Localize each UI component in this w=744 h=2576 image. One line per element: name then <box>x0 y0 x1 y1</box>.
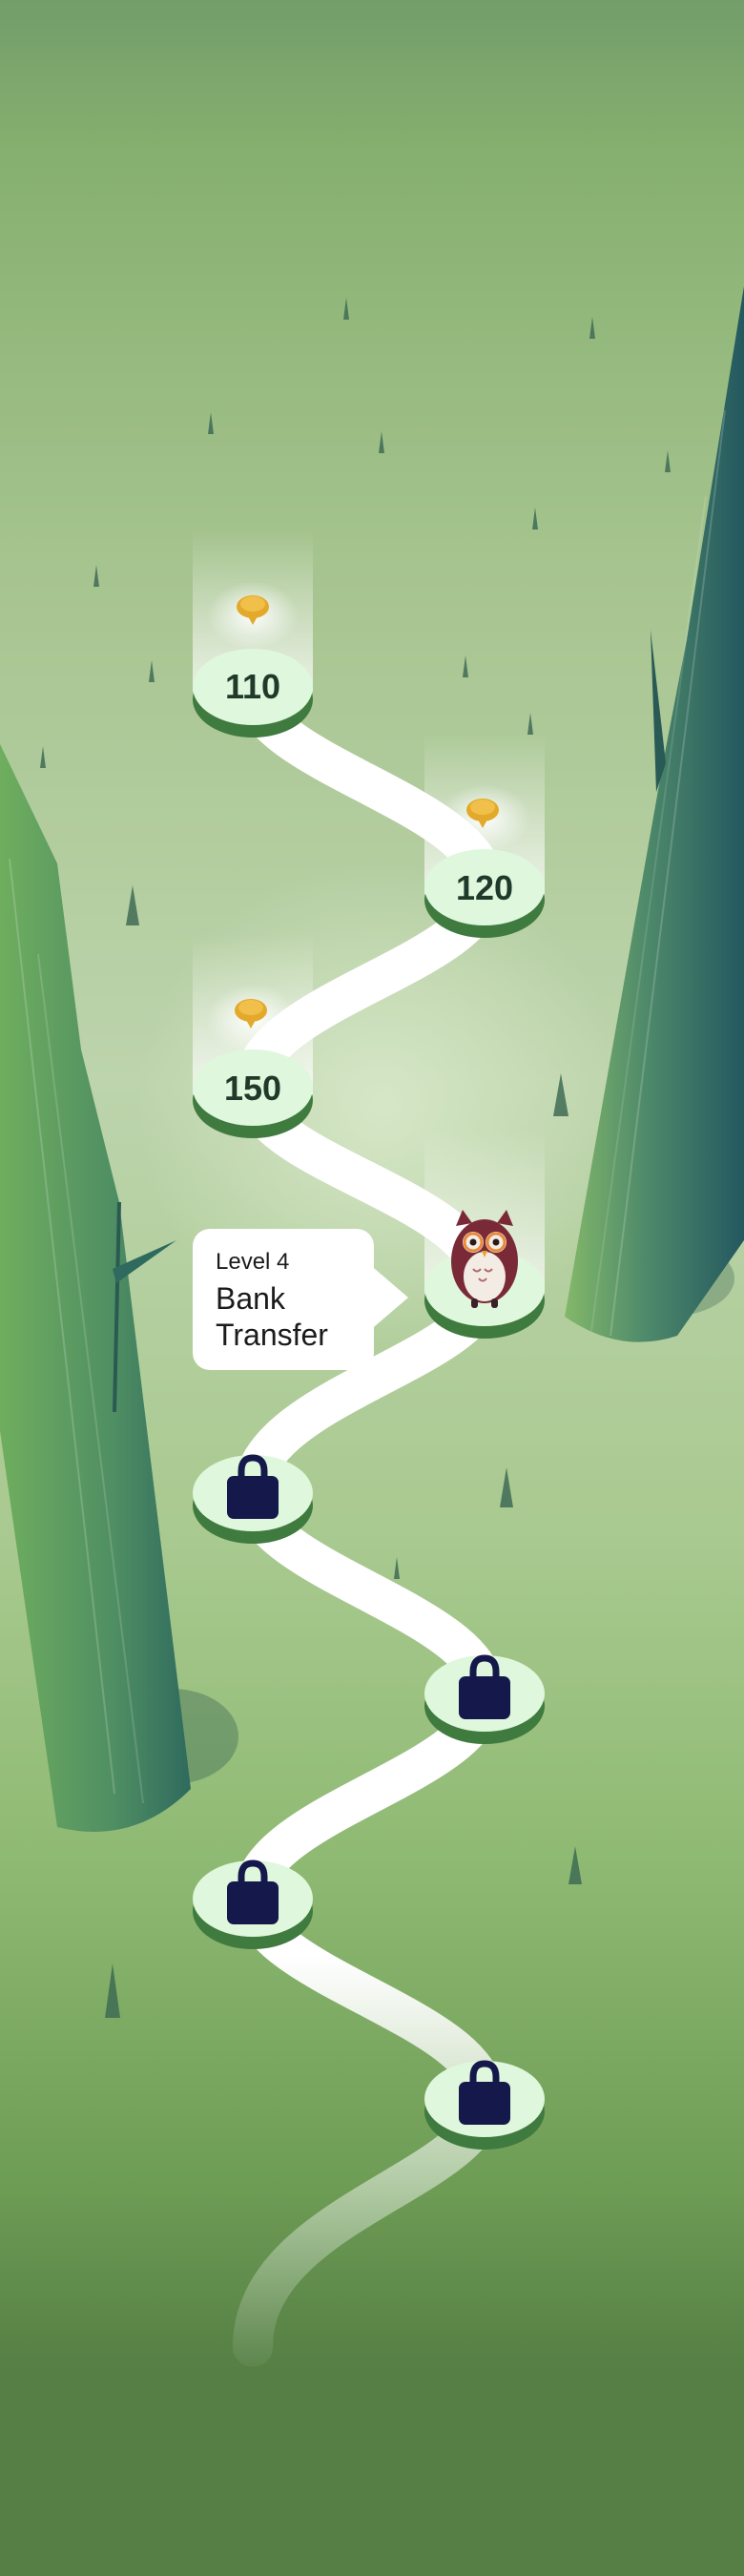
level-node-110[interactable]: 110 <box>193 530 313 737</box>
tree-trunk-right <box>565 286 744 1342</box>
tooltip-tail <box>368 1263 408 1332</box>
level-node-current[interactable] <box>424 1131 545 1339</box>
level-node-locked-3[interactable] <box>193 1859 313 1949</box>
level-node-locked-4[interactable] <box>424 2060 545 2150</box>
tooltip-level: Level 4 <box>216 1249 290 1275</box>
level-number: 150 <box>224 1069 281 1108</box>
level-number: 120 <box>456 868 513 907</box>
level-node-locked-2[interactable] <box>424 1654 545 1744</box>
level-node-150[interactable]: 150 <box>193 933 313 1138</box>
level-node-locked-1[interactable] <box>193 1454 313 1544</box>
tooltip-level-name: Bank Transfer <box>216 1281 328 1352</box>
level-number: 110 <box>225 667 280 706</box>
level-node-120[interactable]: 120 <box>424 733 545 938</box>
level-tooltip[interactable]: Level 4 Bank Transfer <box>193 1229 408 1370</box>
